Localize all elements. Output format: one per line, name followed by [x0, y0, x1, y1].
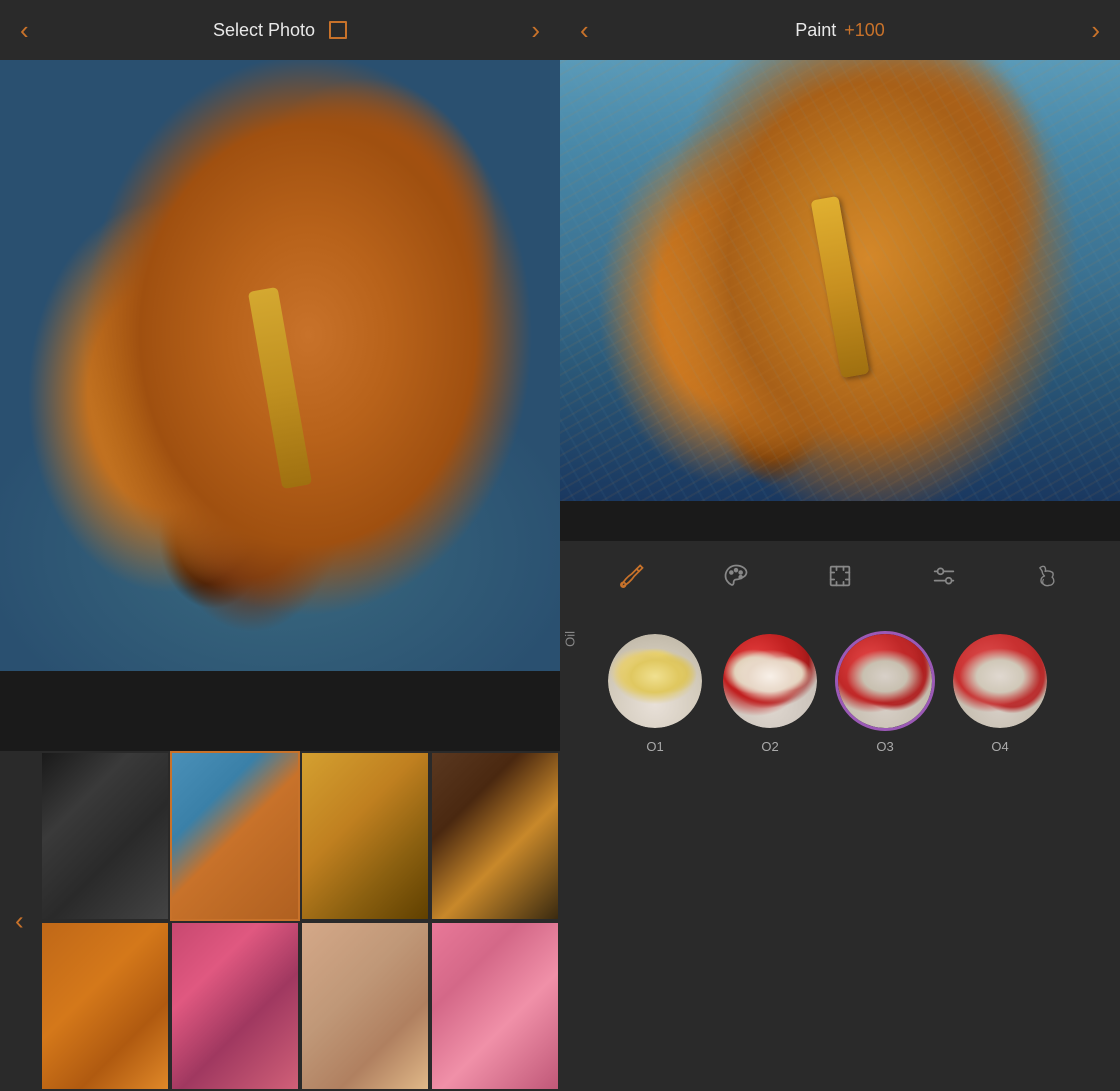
paint-value: +100 — [844, 20, 885, 41]
preset-o1-image — [608, 634, 702, 728]
tulip-photo-original — [0, 60, 560, 671]
thumb-7-image — [302, 923, 428, 1089]
select-photo-label: Select Photo — [213, 20, 315, 41]
preset-o1[interactable]: O1 — [605, 631, 705, 754]
right-main-image — [560, 60, 1120, 501]
left-bottom-panel: ‹ — [0, 751, 560, 1091]
thumbnail-4[interactable] — [430, 751, 560, 921]
preset-o1-circle[interactable] — [605, 631, 705, 731]
crop-icon — [329, 21, 347, 39]
thumbnail-grid — [0, 751, 560, 1091]
preset-o4-label: O4 — [991, 739, 1008, 754]
thumb-6-image — [172, 923, 298, 1089]
left-header-title: Select Photo — [213, 20, 347, 41]
preset-o2-label: O2 — [761, 739, 778, 754]
thumb-4-image — [432, 753, 558, 919]
left-main-image — [0, 60, 560, 671]
preset-o3-label: O3 — [876, 739, 893, 754]
thumbnail-5[interactable] — [40, 921, 170, 1091]
adjust-tool[interactable] — [922, 554, 966, 598]
left-spacer — [0, 671, 560, 751]
thumbnail-6[interactable] — [170, 921, 300, 1091]
thumb-5-image — [42, 923, 168, 1089]
right-toolbar — [560, 541, 1120, 611]
paint-label: Paint — [795, 20, 836, 41]
preset-o3[interactable]: O3 — [835, 631, 935, 754]
canvas-tool[interactable] — [818, 554, 862, 598]
preset-o4-circle[interactable] — [950, 631, 1050, 731]
style-presets-list: O1 O2 O3 O4 — [590, 631, 1120, 754]
preset-o3-image — [838, 634, 932, 728]
left-prev-button[interactable]: ‹ — [20, 15, 29, 46]
thumbnail-8[interactable] — [430, 921, 560, 1091]
preset-o2[interactable]: O2 — [720, 631, 820, 754]
oil-label: Oil — [560, 631, 590, 647]
right-panel: ‹ Paint +100 › — [560, 0, 1120, 1091]
painted-tulip-image — [560, 60, 1120, 501]
thumb-3-image — [302, 753, 428, 919]
preset-o2-image — [723, 634, 817, 728]
palette-tool[interactable] — [714, 554, 758, 598]
preset-o4-image — [953, 634, 1047, 728]
brush-tool[interactable] — [610, 554, 654, 598]
left-panel: ‹ Select Photo › ‹ — [0, 0, 560, 1091]
right-header: ‹ Paint +100 › — [560, 0, 1120, 60]
thumbnail-1[interactable] — [40, 751, 170, 921]
thumbnail-2[interactable] — [170, 751, 300, 921]
right-header-title: Paint +100 — [795, 20, 885, 41]
right-next-button[interactable]: › — [1091, 15, 1100, 46]
thumbnail-7[interactable] — [300, 921, 430, 1091]
left-header: ‹ Select Photo › — [0, 0, 560, 60]
preset-o4[interactable]: O4 — [950, 631, 1050, 754]
thumb-8-image — [432, 923, 558, 1089]
bottom-back-button[interactable]: ‹ — [15, 906, 24, 937]
style-presets-panel: Oil O1 O2 O3 — [560, 611, 1120, 1091]
thumbnail-3[interactable] — [300, 751, 430, 921]
preset-o3-circle[interactable] — [835, 631, 935, 731]
preset-o2-circle[interactable] — [720, 631, 820, 731]
right-spacer — [560, 501, 1120, 541]
left-next-button[interactable]: › — [531, 15, 540, 46]
thumb-1-image — [42, 753, 168, 919]
thumb-2-image — [172, 753, 298, 919]
text-tool[interactable] — [1026, 554, 1070, 598]
preset-o1-label: O1 — [646, 739, 663, 754]
right-prev-button[interactable]: ‹ — [580, 15, 589, 46]
